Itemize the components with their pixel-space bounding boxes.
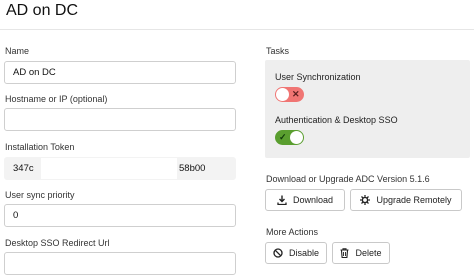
gear-icon: [360, 195, 371, 205]
tasks-label: Tasks: [266, 46, 290, 56]
sso-url-input[interactable]: [4, 252, 236, 275]
hostname-input[interactable]: [4, 108, 236, 131]
hostname-label: Hostname or IP (optional): [5, 94, 108, 104]
delete-button-label: Delete: [355, 248, 382, 258]
token-label: Installation Token: [5, 142, 75, 152]
delete-button[interactable]: Delete: [332, 242, 390, 264]
user-sync-label: User Synchronization: [275, 72, 361, 82]
token-redaction: [41, 158, 177, 179]
name-input-value: AD on DC: [13, 67, 56, 78]
installation-token-field[interactable]: 347c 58b00: [4, 157, 236, 180]
sync-priority-input[interactable]: 0: [4, 204, 236, 227]
more-actions-label: More Actions: [266, 227, 319, 237]
toggle-knob: [290, 131, 303, 144]
user-sync-toggle[interactable]: ✕: [275, 87, 304, 102]
x-icon: ✕: [292, 89, 300, 99]
download-icon: [277, 195, 287, 205]
sso-url-label: Desktop SSO Redirect Url: [5, 238, 110, 248]
name-input[interactable]: AD on DC: [4, 61, 236, 84]
sync-priority-label: User sync priority: [5, 190, 75, 200]
sync-priority-value: 0: [13, 210, 19, 221]
download-button[interactable]: Download: [265, 189, 345, 211]
auth-sso-toggle[interactable]: ✓: [275, 130, 304, 145]
ban-icon: [273, 248, 283, 258]
trash-icon: [340, 248, 349, 258]
disable-button-label: Disable: [288, 248, 319, 258]
download-label: Download or Upgrade ADC Version 5.1.6: [266, 174, 430, 184]
upgrade-remotely-button[interactable]: Upgrade Remotely: [350, 189, 462, 211]
token-value-end: 58b00: [179, 163, 206, 174]
tasks-panel: User Synchronization ✕ Authentication & …: [265, 60, 470, 158]
upgrade-button-label: Upgrade Remotely: [376, 195, 452, 205]
page-title: AD on DC: [6, 2, 79, 19]
page-header: AD on DC: [0, 0, 474, 30]
download-button-label: Download: [292, 195, 334, 205]
token-value-start: 347c: [13, 163, 34, 174]
check-icon: ✓: [279, 132, 287, 142]
auth-sso-label: Authentication & Desktop SSO: [275, 115, 398, 125]
disable-button[interactable]: Disable: [265, 242, 327, 264]
name-label: Name: [5, 46, 30, 56]
toggle-knob: [276, 88, 289, 101]
